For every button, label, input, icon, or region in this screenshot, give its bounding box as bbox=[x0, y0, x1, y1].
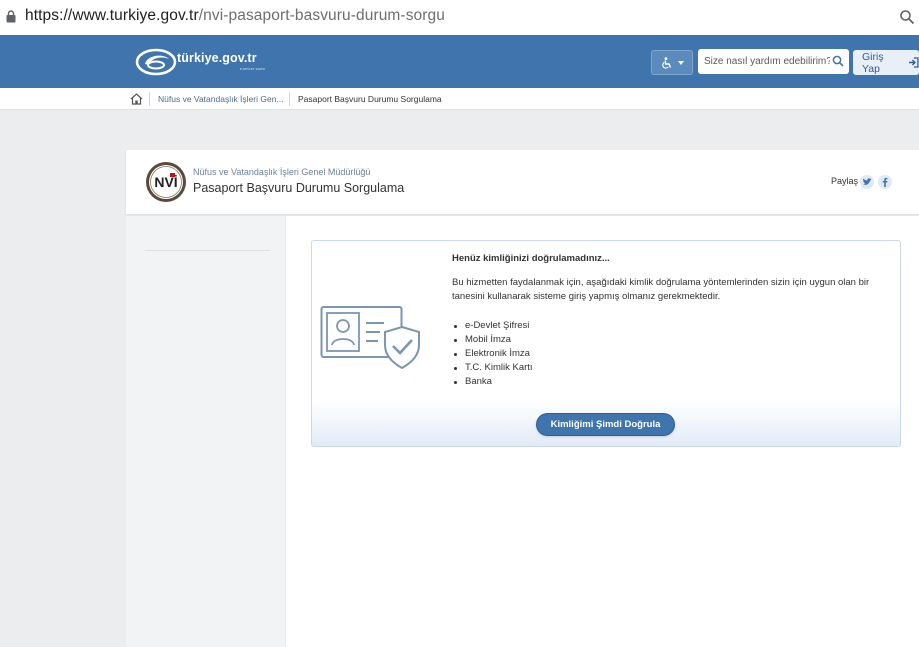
browser-address-bar[interactable]: https://www.turkiye.gov.tr/nvi-pasaport-… bbox=[0, 0, 919, 35]
breadcrumb: Nüfus ve Vatandaşlık İşleri Gen... Pasap… bbox=[0, 88, 919, 110]
sidebar-divider bbox=[145, 250, 270, 251]
accessibility-icon bbox=[661, 56, 671, 69]
facebook-icon[interactable] bbox=[878, 175, 892, 189]
sidebar bbox=[126, 216, 285, 647]
home-icon[interactable] bbox=[130, 93, 143, 105]
logo-text: türkiye.gov.tr bbox=[177, 51, 257, 65]
site-header: türkiye.gov.tr E-DEVLET KAPISI Giriş Yap bbox=[0, 35, 919, 88]
list-item: Elektronik İmza bbox=[452, 347, 533, 361]
login-label: Giriş Yap bbox=[862, 50, 884, 75]
lock-icon bbox=[6, 10, 16, 23]
login-button[interactable]: Giriş Yap bbox=[853, 50, 919, 75]
breadcrumb-separator bbox=[149, 92, 150, 106]
verification-methods-list: e-Devlet Şifresi Mobil İmza Elektronik İ… bbox=[452, 319, 533, 389]
id-card-shield-icon bbox=[320, 306, 420, 370]
search-icon[interactable] bbox=[832, 55, 844, 67]
verify-identity-button[interactable]: Kimliğimi Şimdi Doğrula bbox=[536, 413, 675, 436]
search-input[interactable] bbox=[704, 54, 830, 69]
search-box[interactable] bbox=[698, 49, 849, 74]
breadcrumb-separator bbox=[289, 92, 290, 106]
page-title: Pasaport Başvuru Durumu Sorgulama bbox=[193, 181, 405, 195]
url-text[interactable]: https://www.turkiye.gov.tr/nvi-pasaport-… bbox=[25, 7, 445, 25]
breadcrumb-item-nvi[interactable]: Nüfus ve Vatandaşlık İşleri Gen... bbox=[158, 94, 284, 104]
nvi-logo-icon: NVİ bbox=[146, 162, 186, 202]
list-item: Mobil İmza bbox=[452, 333, 533, 347]
accessibility-button[interactable] bbox=[651, 50, 693, 75]
breadcrumb-item-current: Pasaport Başvuru Durumu Sorgulama bbox=[298, 94, 442, 104]
panel-description: Bu hizmetten faydalanmak için, aşağıdaki… bbox=[452, 277, 870, 302]
search-icon[interactable] bbox=[899, 9, 915, 25]
twitter-icon[interactable] bbox=[860, 175, 874, 189]
list-item: Banka bbox=[452, 375, 533, 389]
organization-name[interactable]: Nüfus ve Vatandaşlık İşleri Genel Müdürl… bbox=[193, 167, 370, 177]
panel-title: Henüz kimliğinizi doğrulamadınız... bbox=[452, 253, 610, 264]
login-icon bbox=[909, 57, 919, 68]
list-item: T.C. Kimlik Kartı bbox=[452, 361, 533, 375]
chevron-down-icon bbox=[677, 60, 684, 65]
logo-subtext: E-DEVLET KAPISI bbox=[240, 67, 266, 71]
share-label: Paylaş bbox=[831, 176, 859, 186]
list-item: e-Devlet Şifresi bbox=[452, 319, 533, 333]
